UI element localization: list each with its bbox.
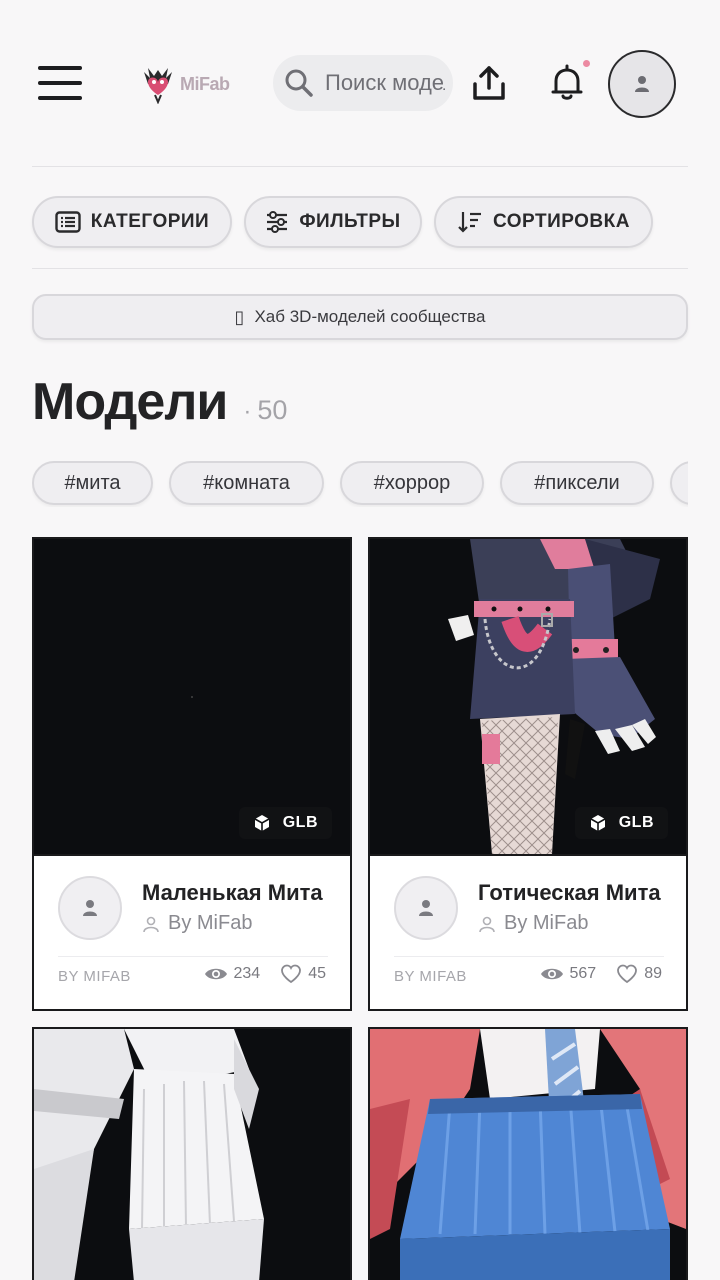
sliders-icon <box>267 211 288 233</box>
author-avatar[interactable] <box>58 876 122 940</box>
views-count: 567 <box>569 965 597 982</box>
sort-label: СОРТИРОВКА <box>493 211 630 232</box>
notification-dot <box>583 60 590 67</box>
user-icon <box>83 900 97 916</box>
footer-author: BY MIFAB <box>394 968 467 985</box>
tag-chip[interactable]: #пиксели <box>500 461 654 505</box>
count-separator: · <box>243 398 252 425</box>
heart-icon[interactable] <box>280 964 302 984</box>
model-info: Маленькая Мита By MiFab BY MIFAB 234 45 <box>34 854 350 1009</box>
hub-banner-text: Хаб 3D-моделей сообщества <box>254 307 486 326</box>
upload-button[interactable] <box>466 60 512 106</box>
model-title[interactable]: Маленькая Мита <box>142 880 332 906</box>
model-thumbnail[interactable]: GLB <box>370 539 686 854</box>
model-author-name: By MiFab <box>168 912 253 934</box>
model-title[interactable]: Готическая Мита <box>478 880 668 906</box>
model-preview-image <box>34 1029 264 1280</box>
model-stats: 567 89 <box>540 964 662 984</box>
likes-count: 45 <box>308 965 326 982</box>
hamburger-menu-icon <box>38 66 82 70</box>
models-count: 50 <box>257 395 288 425</box>
user-outline-icon <box>143 916 159 932</box>
filters-button[interactable]: ФИЛЬТРЫ <box>244 196 422 248</box>
cube-icon <box>254 815 270 831</box>
page-title: Модели <box>32 373 228 431</box>
logo-mark-icon <box>144 68 172 104</box>
logo[interactable]: MiFab <box>140 62 230 106</box>
format-badge: GLB <box>238 807 332 839</box>
user-icon <box>635 76 649 92</box>
user-outline-icon <box>479 916 495 932</box>
list-icon <box>55 211 81 233</box>
card-divider <box>58 956 328 957</box>
author-avatar[interactable] <box>394 876 458 940</box>
sort-icon <box>458 212 482 233</box>
model-card[interactable]: GLB Маленькая Мита By MiFab BY MIFAB 234… <box>32 537 352 1011</box>
cube-icon <box>590 815 606 831</box>
hub-banner[interactable]: ▯ Хаб 3D-моделей сообщества <box>32 294 688 340</box>
footer-author: BY MIFAB <box>58 968 131 985</box>
bell-icon <box>551 64 583 100</box>
user-icon <box>419 900 433 916</box>
sort-button[interactable]: СОРТИРОВКА <box>434 196 653 248</box>
model-author[interactable]: By MiFab <box>142 912 252 935</box>
eye-icon <box>540 968 563 980</box>
model-card[interactable]: GLB Готическая Мита By MiFab BY MIFAB 56… <box>368 537 688 1011</box>
model-preview-image <box>370 1029 686 1280</box>
model-info: Готическая Мита By MiFab BY MIFAB 567 89 <box>370 854 686 1009</box>
categories-button[interactable]: КАТЕГОРИИ <box>32 196 232 248</box>
logo-text: MiFab <box>180 73 230 94</box>
card-divider <box>394 956 664 957</box>
model-stats: 234 45 <box>204 964 326 984</box>
menu-button[interactable] <box>38 66 82 100</box>
tag-chip[interactable]: #хоррор <box>340 461 484 505</box>
upload-icon <box>473 66 505 100</box>
notifications-button[interactable] <box>544 60 590 106</box>
search-box[interactable] <box>273 55 453 111</box>
likes-count: 89 <box>644 965 662 982</box>
categories-label: КАТЕГОРИИ <box>90 211 210 232</box>
format-badge: GLB <box>574 807 668 839</box>
search-icon <box>285 69 313 97</box>
page-title-row: Модели · 50 <box>32 372 287 432</box>
format-label: GLB <box>618 814 654 831</box>
header-divider <box>32 166 688 167</box>
tag-chip[interactable]: #мита <box>32 461 153 505</box>
heart-icon[interactable] <box>616 964 638 984</box>
profile-avatar-button[interactable] <box>608 50 676 118</box>
model-thumbnail[interactable]: GLB <box>34 539 350 854</box>
tag-chip[interactable]: # <box>670 461 688 505</box>
eye-icon <box>204 968 227 980</box>
model-card[interactable] <box>368 1027 688 1280</box>
views-count: 234 <box>233 965 261 982</box>
model-card[interactable] <box>32 1027 352 1280</box>
search-input[interactable] <box>325 70 445 96</box>
hub-banner-icon: ▯ <box>234 306 245 327</box>
model-author-name: By MiFab <box>504 912 589 934</box>
toolbar-divider <box>32 268 688 269</box>
format-label: GLB <box>282 814 318 831</box>
app-header: MiFab <box>0 0 720 166</box>
tag-chip[interactable]: #комната <box>169 461 324 505</box>
tag-list: #мита #комната #хоррор #пиксели # <box>32 461 688 507</box>
filters-label: ФИЛЬТРЫ <box>299 211 401 232</box>
model-author[interactable]: By MiFab <box>478 912 588 935</box>
